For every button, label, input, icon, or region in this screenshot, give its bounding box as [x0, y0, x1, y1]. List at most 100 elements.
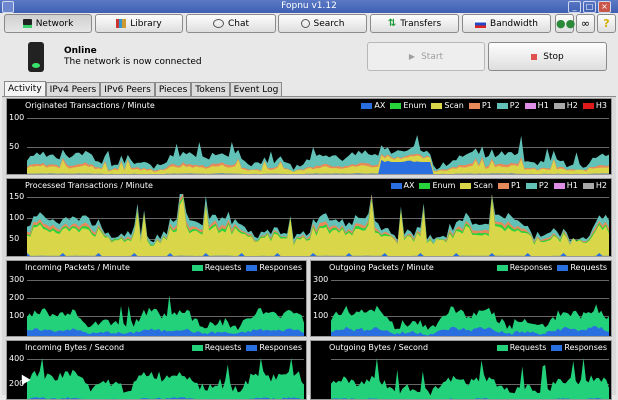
tab-tokens[interactable]: Tokens [191, 82, 230, 96]
processed-transactions-graph: Processed Transactions / Minute AX Enum … [6, 178, 612, 257]
legend-item: H2 [582, 181, 607, 190]
legend-item: P2 [525, 181, 549, 190]
status-title: Online [64, 46, 97, 56]
graph-title: Outgoing Bytes / Second [329, 343, 429, 352]
legend-item: AX [361, 101, 385, 110]
tab-ipv6-peers[interactable]: IPv6 Peers [100, 82, 155, 96]
help-button[interactable]: ? [597, 14, 616, 33]
legend-item: Responses [246, 343, 302, 352]
graph-legend: Requests Responses [191, 343, 302, 352]
link-button[interactable]: ∞ [576, 14, 595, 33]
title-bar: Fopnu v1.12 _ □ × [0, 0, 618, 13]
graph-title: Originated Transactions / Minute [25, 101, 155, 110]
start-label: Start [421, 51, 444, 62]
legend-item: Responses [551, 343, 607, 352]
status-message: The network is now connected [64, 57, 202, 67]
play-icon: ▶ [408, 52, 416, 61]
outgoing-packets-plot [331, 304, 609, 336]
legend-item: Responses [246, 263, 302, 272]
y-tick: 100 [9, 113, 25, 122]
y-tick: 200 [9, 293, 25, 302]
graph-title: Processed Transactions / Minute [25, 181, 153, 190]
originated-transactions-graph: Originated Transactions / Minute AX Enum… [6, 98, 612, 175]
minimize-icon[interactable]: _ [568, 1, 581, 13]
y-tick: 100 [9, 311, 25, 320]
graph-title: Outgoing Packets / Minute [329, 263, 434, 272]
legend-item: Requests [496, 343, 546, 352]
connection-icon [28, 42, 44, 72]
tab-ipv4-peers[interactable]: IPv4 Peers [45, 82, 101, 96]
window-title: Fopnu v1.12 [281, 1, 337, 11]
tab-bar: Activity IPv4 Peers IPv6 Peers Pieces To… [4, 81, 283, 96]
network-button[interactable]: Network [4, 14, 92, 33]
chat-button[interactable]: Chat [186, 14, 276, 33]
tab-pieces[interactable]: Pieces [154, 82, 192, 96]
bandwidth-button[interactable]: Bandwidth [462, 14, 551, 33]
users-button[interactable]: ●● [555, 14, 576, 33]
legend-item: Requests [191, 343, 241, 352]
stop-button[interactable]: Stop [488, 42, 607, 71]
chat-icon [212, 19, 224, 28]
network-icon [22, 19, 32, 28]
search-button[interactable]: Search [278, 14, 367, 33]
tab-activity[interactable]: Activity [4, 81, 46, 96]
graph-legend: Responses Requests [496, 263, 607, 272]
graph-legend: Requests Responses [191, 263, 302, 272]
tab-event-log[interactable]: Event Log [229, 82, 283, 96]
y-tick: 50 [9, 142, 20, 151]
app-icon [2, 1, 14, 13]
maximize-icon[interactable]: □ [583, 1, 596, 13]
library-button[interactable]: Library [95, 14, 183, 33]
legend-item: Requests [557, 263, 607, 272]
incoming-bytes-graph: Incoming Bytes / Second Requests Respons… [6, 340, 307, 400]
incoming-packets-graph: Incoming Packets / Minute Requests Respo… [6, 260, 307, 337]
transfers-label: Transfers [400, 18, 442, 29]
legend-item: Scan [460, 181, 493, 190]
help-icon: ? [603, 17, 610, 30]
start-button[interactable]: ▶ Start [367, 42, 485, 71]
legend-item: P1 [468, 101, 492, 110]
y-tick: 100 [313, 311, 329, 320]
processed-plot [27, 194, 609, 256]
legend-item: AX [390, 181, 414, 190]
transfers-button[interactable]: ⇅ Transfers [370, 14, 459, 33]
graph-legend: AX Enum Scan P1 P2 H1 H2 H3 [361, 101, 607, 110]
legend-item: H3 [582, 101, 607, 110]
main-toolbar: Network Library Chat Search ⇅ Transfers … [0, 13, 618, 35]
transfers-icon: ⇅ [387, 18, 397, 29]
stop-icon [531, 53, 538, 60]
users-icon: ●● [556, 17, 576, 30]
originated-plot [27, 135, 609, 174]
connection-led [32, 63, 40, 68]
graph-legend: Requests Responses [496, 343, 607, 352]
graph-legend: AX Enum Scan P1 P2 H1 H2 [390, 181, 607, 190]
legend-item: P1 [497, 181, 521, 190]
bandwidth-label: Bandwidth [490, 18, 538, 29]
library-icon [116, 19, 127, 28]
y-tick: 50 [9, 234, 20, 243]
legend-item: Enum [419, 181, 455, 190]
incoming-packets-plot [27, 295, 304, 336]
legend-item: Enum [390, 101, 426, 110]
legend-item: H1 [524, 101, 549, 110]
legend-item: H2 [553, 101, 578, 110]
y-tick: 150 [9, 192, 25, 201]
search-icon [300, 19, 310, 28]
library-label: Library [130, 18, 162, 29]
stop-label: Stop [543, 51, 564, 62]
legend-item: Requests [191, 263, 241, 272]
legend-item: Responses [496, 263, 552, 272]
outgoing-bytes-graph: Outgoing Bytes / Second Requests Respons… [310, 340, 612, 400]
chat-label: Chat [227, 18, 250, 29]
link-icon: ∞ [580, 17, 591, 30]
y-tick: 300 [9, 275, 25, 284]
y-tick: 300 [313, 275, 329, 284]
graph-title: Incoming Packets / Minute [25, 263, 130, 272]
connection-status: Online The network is now connected ▶ St… [8, 37, 612, 77]
y-tick: 400 [9, 354, 25, 363]
legend-item: H1 [553, 181, 578, 190]
legend-item: Scan [431, 101, 464, 110]
bandwidth-icon [475, 19, 487, 28]
close-icon[interactable]: × [598, 1, 611, 13]
network-label: Network [35, 18, 74, 29]
